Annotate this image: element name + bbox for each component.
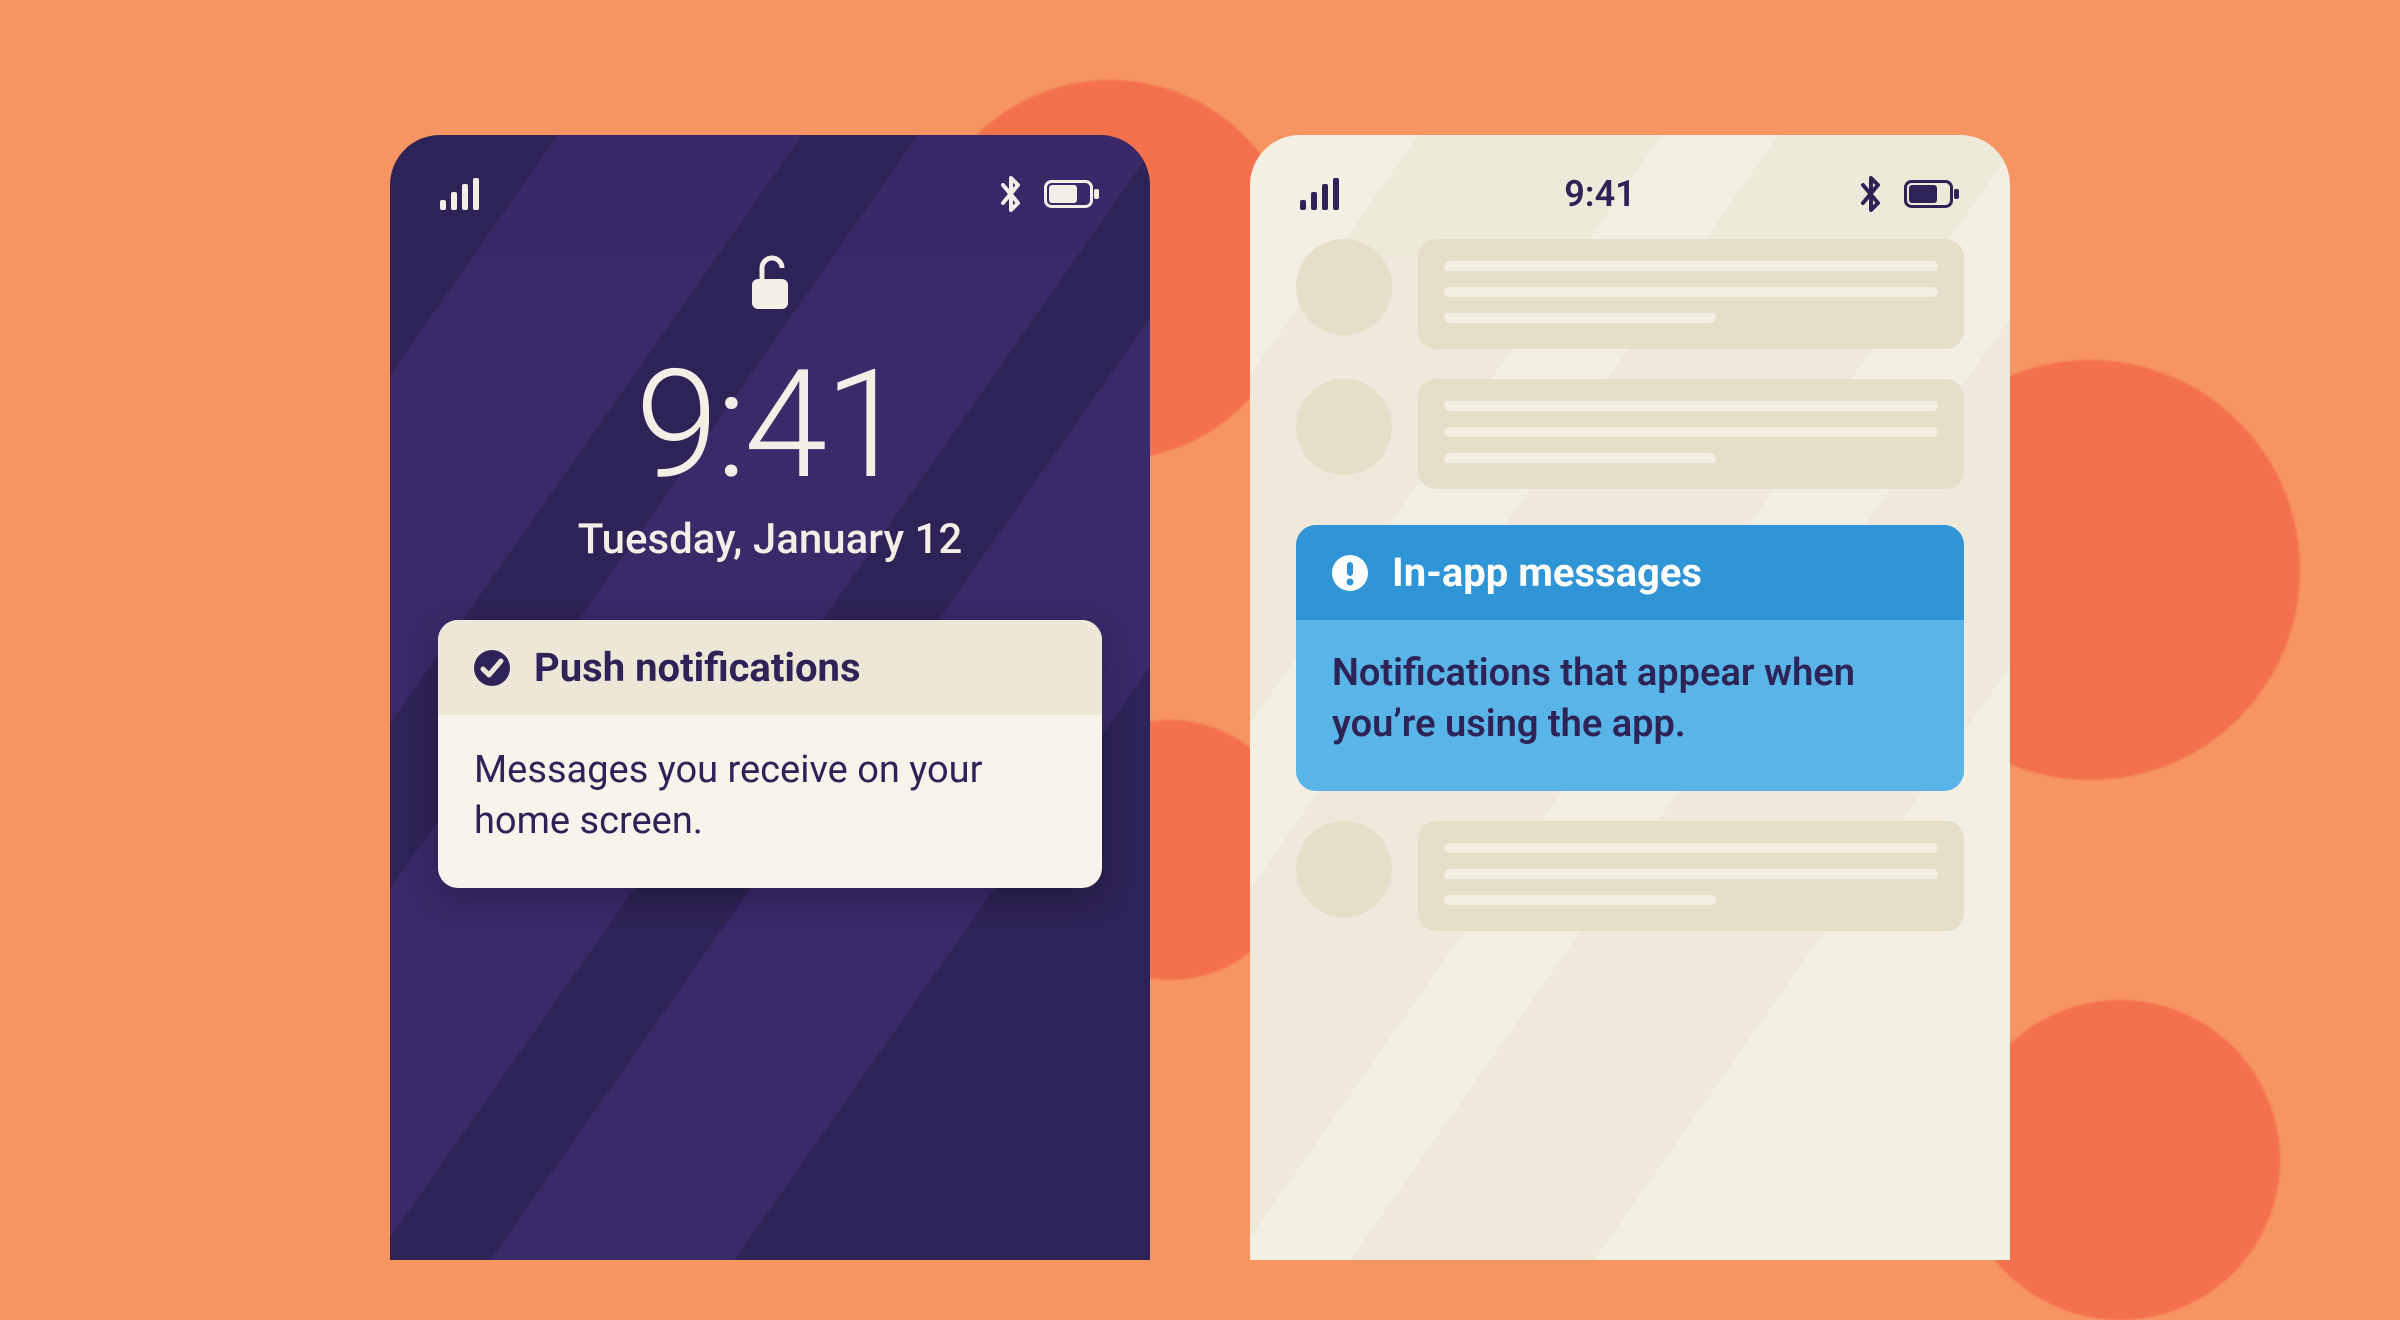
lockscreen-center: 9:41 Tuesday, January 12 (390, 253, 1150, 564)
content-placeholder (1418, 379, 1964, 489)
avatar (1296, 379, 1392, 475)
status-bar (390, 135, 1150, 225)
lockscreen-date: Tuesday, January 12 (578, 515, 962, 564)
content-placeholder (1418, 821, 1964, 931)
battery-icon (1044, 180, 1100, 208)
avatar (1296, 821, 1392, 917)
exclaim-circle-icon (1330, 553, 1370, 593)
push-notification-card[interactable]: Push notifications Messages you receive … (438, 620, 1102, 888)
inapp-card-body: Notifications that appear when you’re us… (1296, 620, 1964, 791)
phone-lockscreen: 9:41 Tuesday, January 12 Push notificati… (390, 135, 1150, 1260)
lockscreen-time: 9:41 (635, 337, 904, 513)
list-item (1296, 239, 1964, 349)
check-circle-icon (472, 648, 512, 688)
battery-icon (1904, 180, 1960, 208)
inapp-card-header: In-app messages (1296, 525, 1964, 620)
push-card-header: Push notifications (438, 620, 1102, 715)
avatar (1296, 239, 1392, 335)
phone-inapp: 9:41 (1250, 135, 2010, 1260)
push-card-title: Push notifications (534, 644, 861, 691)
app-feed: In-app messages Notifications that appea… (1250, 225, 2010, 931)
push-card-body: Messages you receive on your home screen… (438, 715, 1102, 888)
signal-icon (1300, 178, 1340, 210)
inapp-card-title: In-app messages (1392, 549, 1702, 596)
bluetooth-icon (1860, 176, 1882, 212)
phones-container: 9:41 Tuesday, January 12 Push notificati… (0, 0, 2400, 1260)
content-placeholder (1418, 239, 1964, 349)
signal-icon (440, 178, 480, 210)
inapp-message-card[interactable]: In-app messages Notifications that appea… (1296, 525, 1964, 791)
statusbar-time: 9:41 (1564, 173, 1636, 215)
bluetooth-icon (1000, 176, 1022, 212)
list-item (1296, 821, 1964, 931)
unlock-icon (748, 253, 792, 313)
list-item (1296, 379, 1964, 489)
status-bar: 9:41 (1250, 135, 2010, 225)
